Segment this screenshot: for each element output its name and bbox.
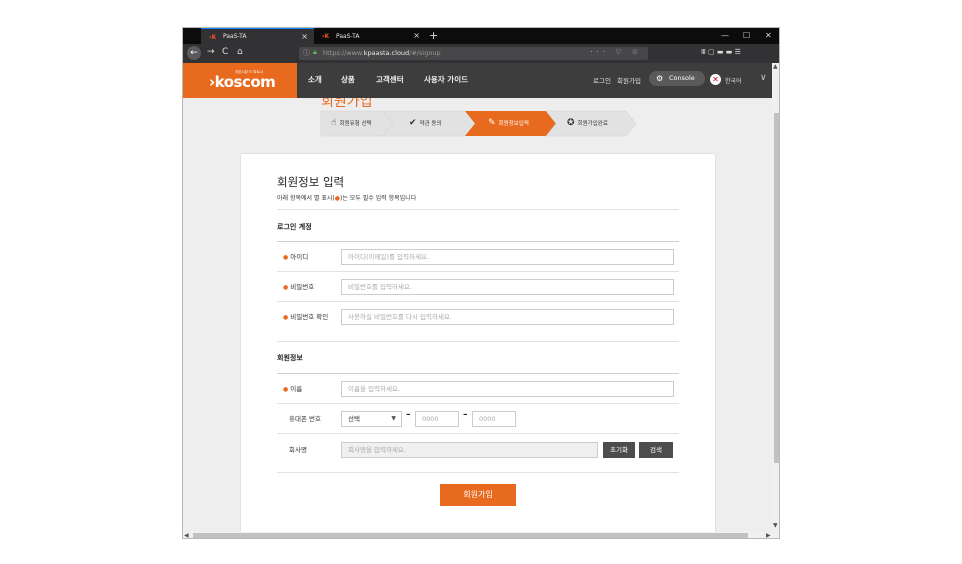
divider xyxy=(277,241,679,242)
id-input[interactable]: 아이디(이메일)를 입력하세요. xyxy=(341,249,674,265)
step-member-type: ☝ 회원유형 선택 xyxy=(331,118,372,128)
phone-label: 휴대폰 번호 xyxy=(289,415,321,423)
login-section-title: 로그인 계정 xyxy=(277,223,312,231)
tab-paasta-2[interactable]: ›K PaaS-TA × xyxy=(314,28,426,44)
divider xyxy=(277,373,679,374)
chevron-down-icon: ▼ xyxy=(391,415,396,422)
paasta-favicon-icon: ›K xyxy=(209,34,217,41)
name-label: ● 이름 xyxy=(283,385,303,393)
reload-button[interactable]: C xyxy=(222,47,228,57)
maximize-button[interactable]: ☐ xyxy=(743,31,750,40)
url-actions-icons[interactable]: ··· ♡ ☆ xyxy=(590,48,642,56)
form-title: 회원정보 입력 xyxy=(277,175,345,189)
member-section-title: 회원정보 xyxy=(277,354,303,362)
phone-middle-input[interactable]: 0000 xyxy=(415,411,459,427)
phone-dash: – xyxy=(406,410,411,420)
tab-paasta-1[interactable]: ›K PaaS-TA × xyxy=(201,28,314,44)
divider xyxy=(277,301,679,302)
required-dot: ● xyxy=(283,254,289,261)
minimize-button[interactable]: — xyxy=(721,31,729,40)
console-settings-icon: ⚙ xyxy=(656,74,664,83)
horizontal-scrollbar[interactable]: ◀ ▶ xyxy=(183,532,779,538)
scroll-right-icon[interactable]: ▶ xyxy=(766,532,771,538)
scroll-thumb[interactable] xyxy=(193,533,748,538)
menu-intro[interactable]: 소개 xyxy=(308,74,322,85)
signup-steps xyxy=(320,110,637,137)
reset-button[interactable]: 초기화 xyxy=(603,442,635,458)
phone-prefix-select[interactable]: 선택 ▼ xyxy=(341,411,402,427)
lock-icon: 🔒︎ xyxy=(313,48,317,56)
language-label[interactable]: 한국어 xyxy=(725,76,742,85)
phone-dash: – xyxy=(463,410,468,420)
divider xyxy=(277,271,679,272)
award-icon: ✪ xyxy=(567,118,575,128)
divider xyxy=(277,403,679,404)
check-circle-icon: ✔ xyxy=(409,118,417,128)
password-label: ● 비밀번호 xyxy=(283,283,315,291)
hand-pointer-icon: ☝ xyxy=(331,118,337,128)
scroll-left-icon[interactable]: ◀ xyxy=(184,532,189,538)
close-tab-icon[interactable]: × xyxy=(301,32,308,41)
scroll-down-icon[interactable]: ▼ xyxy=(773,522,778,529)
page-content: 회원가입 ☝ 회원유형 선택 ✔ 약관 동의 ✎ 회원정보입력 ✪ 회원가입완료 회원정… xyxy=(183,98,772,532)
divider xyxy=(277,209,679,210)
password-input[interactable]: 비밀번호를 입력하세요. xyxy=(341,279,674,295)
vertical-scrollbar[interactable]: ▲ ▼ xyxy=(772,63,779,532)
required-dot: ● xyxy=(283,386,289,393)
password-confirm-input[interactable]: 사용하실 비밀번호를 다시 입력하세요. xyxy=(341,309,674,325)
step-member-info: ✎ 회원정보입력 xyxy=(488,118,529,128)
browser-window: ›K PaaS-TA × ›K PaaS-TA × + — ☐ ✕ ← → C … xyxy=(182,27,780,539)
console-button[interactable]: ⚙ Console xyxy=(649,71,705,86)
language-flag-icon[interactable]: ✕ xyxy=(710,74,721,85)
id-label: ● 아이디 xyxy=(283,253,309,261)
address-bar[interactable]: ⓘ 🔒︎ https://www.kpaasta.cloud/#/signup … xyxy=(299,47,648,60)
menu-user-guide[interactable]: 사용자 가이드 xyxy=(424,74,468,85)
divider xyxy=(277,472,679,473)
chevron-down-icon[interactable]: ∨ xyxy=(760,73,767,83)
signup-form-card: 회원정보 입력 아래 항목에서 별 표시(●)는 모두 필수 입력 항목입니다 … xyxy=(241,154,715,532)
company-input[interactable]: 회사명을 입력하세요. xyxy=(341,442,598,458)
signup-link[interactable]: 회원가입 xyxy=(617,75,641,85)
scroll-up-icon[interactable]: ▲ xyxy=(773,63,778,70)
tab-strip: ›K PaaS-TA × ›K PaaS-TA × + — ☐ ✕ xyxy=(183,28,779,44)
divider xyxy=(277,433,679,434)
step-signup-complete: ✪ 회원가입완료 xyxy=(567,118,608,128)
logo-text: ›koscom xyxy=(209,73,276,91)
info-icon[interactable]: ⓘ xyxy=(303,48,310,58)
tab-title: PaaS-TA xyxy=(223,33,247,40)
login-link[interactable]: 로그인 xyxy=(593,75,611,85)
signup-submit-button[interactable]: 회원가입 xyxy=(440,484,516,506)
new-tab-button[interactable]: + xyxy=(429,29,438,42)
paasta-favicon-icon: ›K xyxy=(322,33,330,40)
form-subtitle: 아래 항목에서 별 표시(●)는 모두 필수 입력 항목입니다 xyxy=(277,195,417,202)
phone-last-input[interactable]: 0000 xyxy=(472,411,516,427)
browser-toolbar: ← → C ⌂ ⓘ 🔒︎ https://www.kpaasta.cloud/#… xyxy=(183,44,779,63)
close-tab-icon[interactable]: × xyxy=(413,31,420,40)
required-dot: ● xyxy=(283,314,289,321)
koscom-logo[interactable]: 자본시장 IT 파트너 ›koscom xyxy=(183,63,297,98)
home-button[interactable]: ⌂ xyxy=(237,47,243,57)
back-button[interactable]: ← xyxy=(187,46,201,60)
required-dot: ● xyxy=(283,284,289,291)
menu-support[interactable]: 고객센터 xyxy=(376,74,404,85)
divider xyxy=(277,341,679,342)
site-header: 자본시장 IT 파트너 ›koscom 소개 상품 고객센터 사용자 가이드 로… xyxy=(183,63,772,98)
forward-button[interactable]: → xyxy=(207,47,215,57)
scroll-thumb[interactable] xyxy=(774,113,779,463)
close-window-button[interactable]: ✕ xyxy=(765,31,772,40)
library-icons[interactable]: Ⅲ ▢ ▬ ▬ ☰ xyxy=(701,48,741,56)
edit-icon: ✎ xyxy=(488,118,496,128)
name-input[interactable]: 이름을 입력하세요. xyxy=(341,381,674,397)
console-label: Console xyxy=(669,74,695,82)
step-terms-agree: ✔ 약관 동의 xyxy=(409,118,442,128)
company-label: 회사명 xyxy=(289,446,307,454)
url-text[interactable]: https://www.kpaasta.cloud/#/signup xyxy=(323,49,441,57)
tab-title: PaaS-TA xyxy=(336,32,360,40)
password-confirm-label: ● 비밀번호 확인 xyxy=(283,313,329,321)
menu-products[interactable]: 상품 xyxy=(341,74,355,85)
search-button[interactable]: 검색 xyxy=(639,442,673,458)
